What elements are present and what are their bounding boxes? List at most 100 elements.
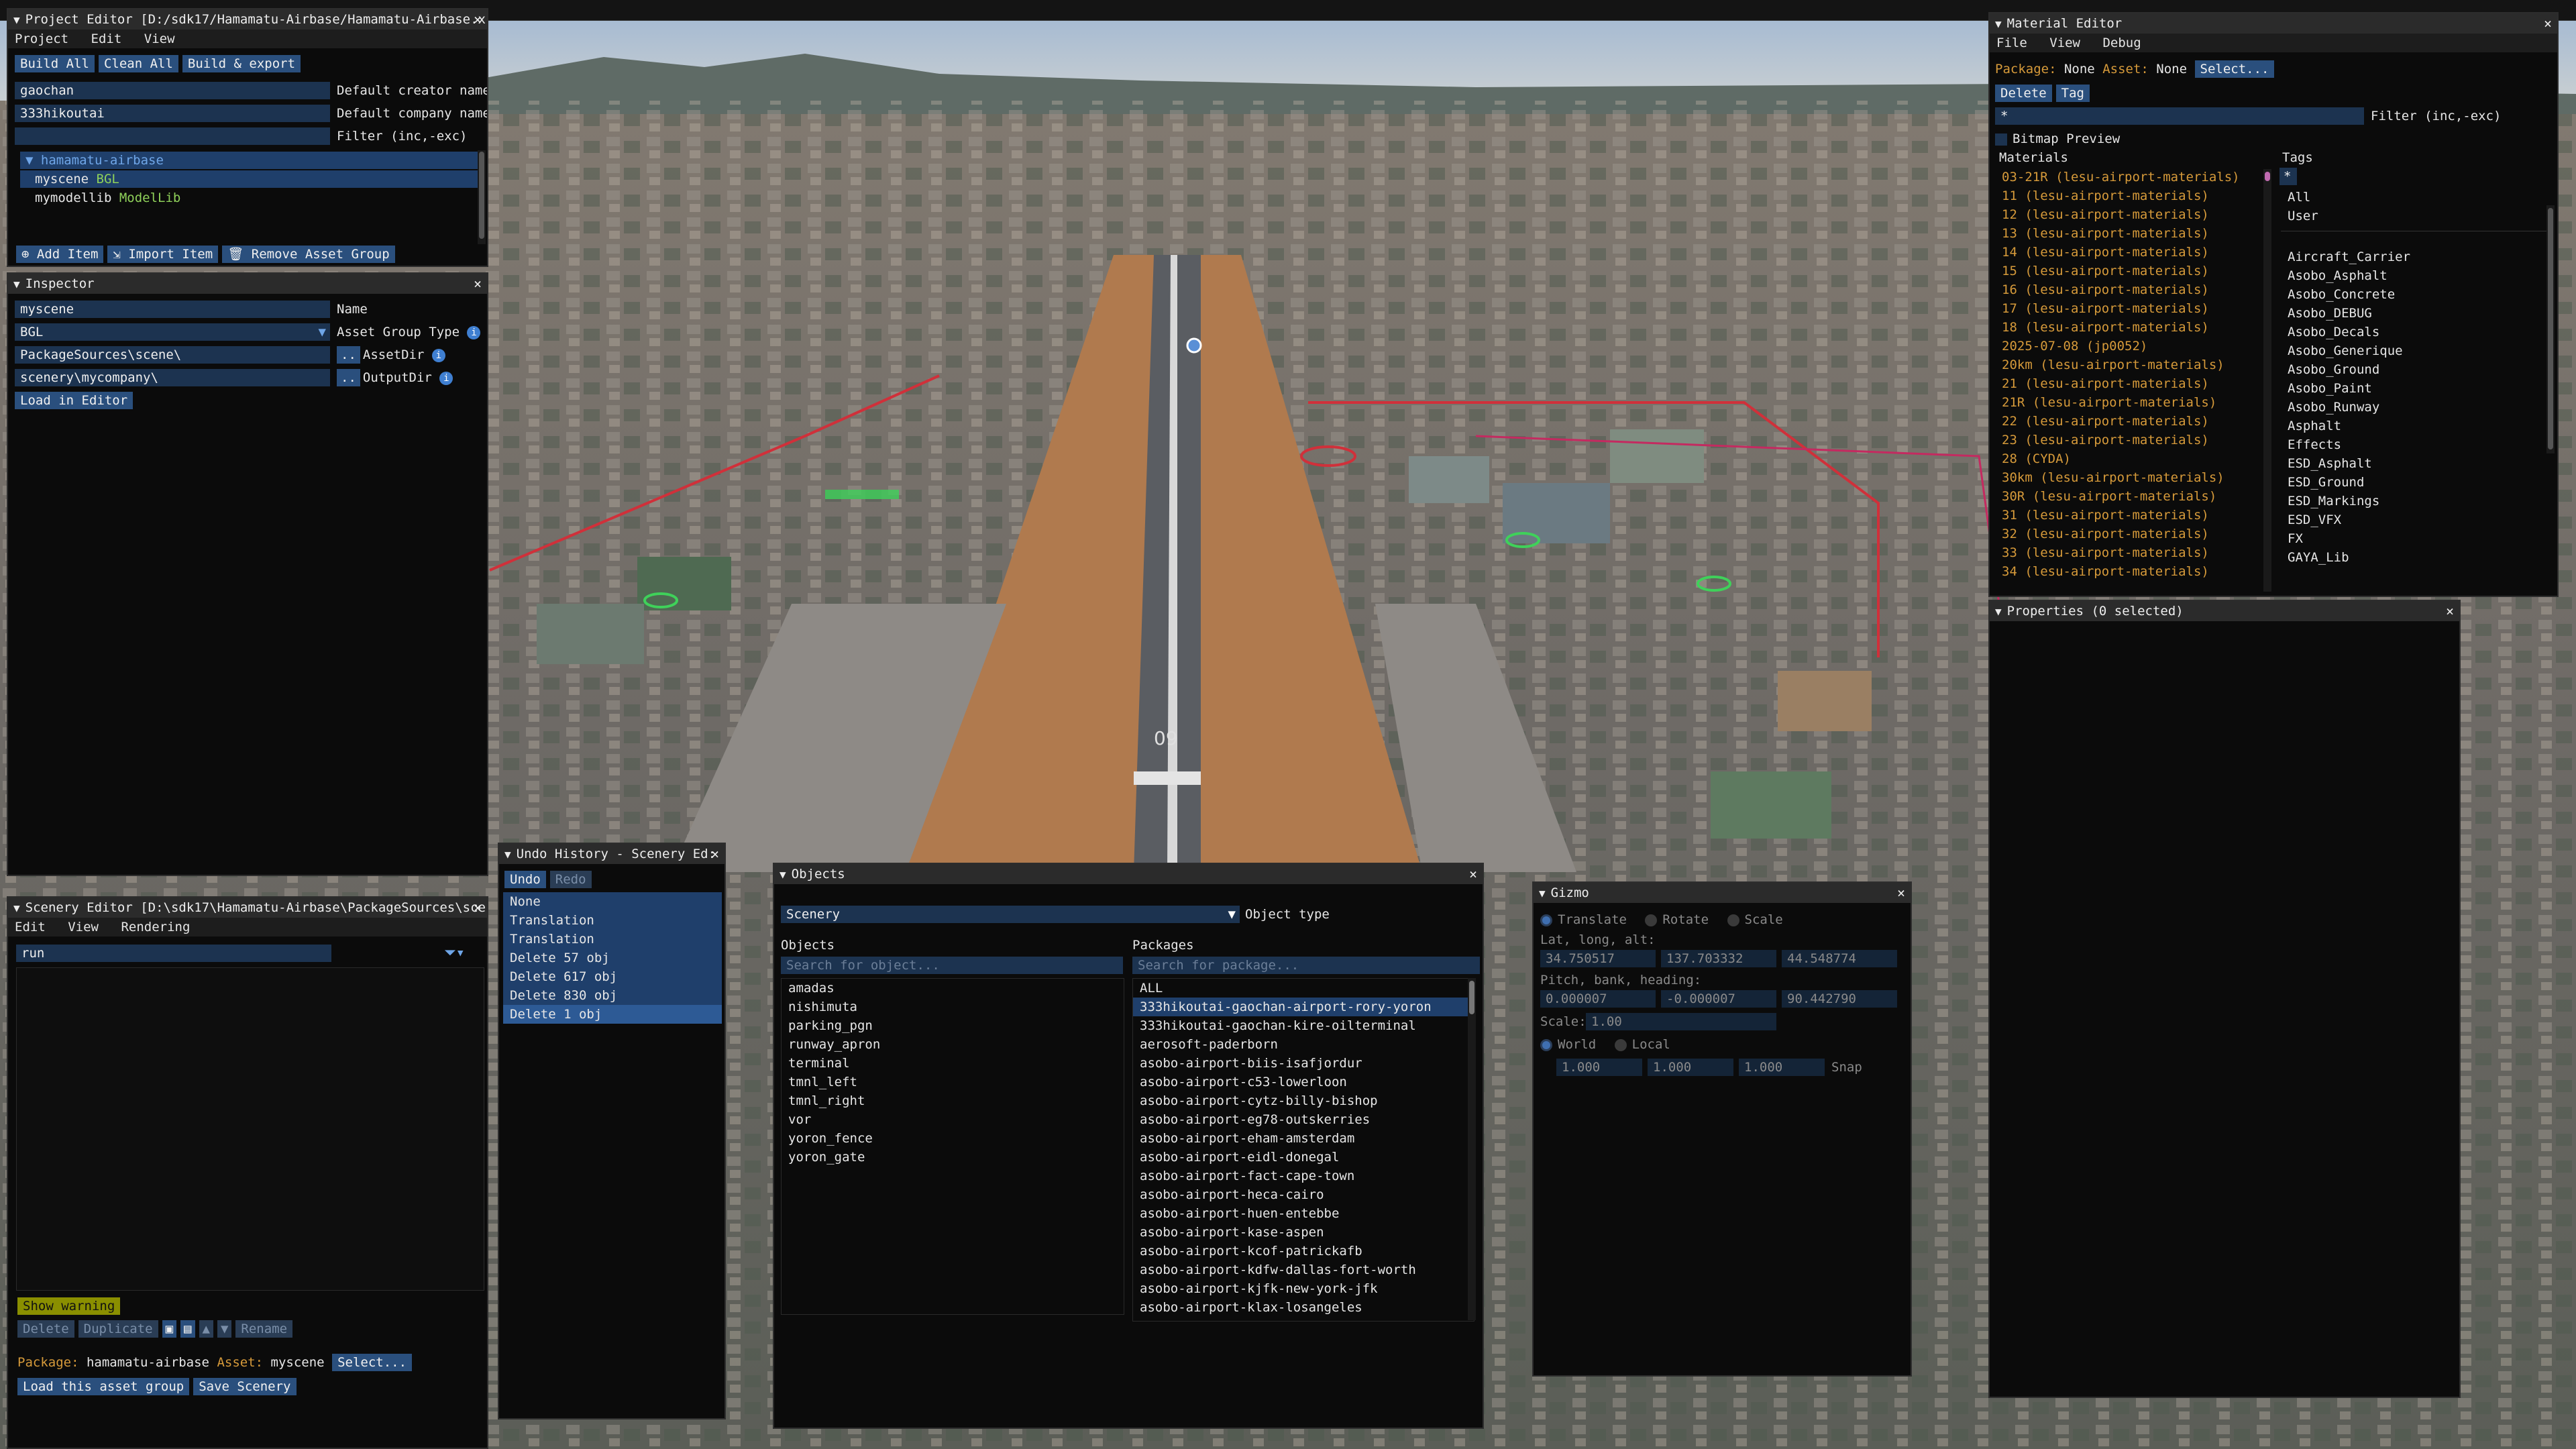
package-scrollbar[interactable] [1468,978,1476,1320]
undo-item[interactable]: Delete 617 obj [503,967,722,986]
object-item[interactable]: amadas [782,979,1124,998]
arrow-down-icon[interactable]: ▼ [217,1320,232,1338]
assetdir-input[interactable]: PackageSources\scene\ [15,346,330,364]
undo-item[interactable]: Delete 830 obj [503,986,722,1005]
object-type-select[interactable]: Scenery ▼ [781,906,1240,923]
object-item[interactable]: runway_apron [782,1035,1124,1054]
package-item[interactable]: aerosoft-paderborn [1133,1035,1474,1054]
object-item[interactable]: nishimuta [782,998,1124,1016]
material-editor-titlebar[interactable]: ▼ Material Editor × [1990,13,2557,34]
material-item[interactable]: 20km (lesu-airport-materials) [1995,356,2271,374]
tag-item[interactable]: ESD_Asphalt [2281,454,2546,473]
scale-input[interactable]: 1.00 [1586,1013,1776,1030]
menu-file[interactable]: File [1996,36,2027,50]
tree-item-myscene[interactable]: myscene BGL [20,170,480,188]
properties-titlebar[interactable]: ▼ Properties (0 selected) × [1990,601,2459,621]
scenery-search-input[interactable]: run [16,945,331,962]
project-editor-titlebar[interactable]: ▼ Project Editor [D:/sdk17/Hamamatu-Airba… [8,9,487,30]
tree-root-hamamatu-airbase[interactable]: ▼ hamamatu-airbase [20,152,480,169]
package-item[interactable]: asobo-airport-huen-entebbe [1133,1204,1474,1223]
menu-project[interactable]: Project [15,32,68,46]
delete-button[interactable]: Delete [17,1320,74,1338]
material-item[interactable]: 21R (lesu-airport-materials) [1995,393,2271,412]
close-icon[interactable]: × [474,274,482,294]
close-icon[interactable]: × [711,844,719,864]
object-item[interactable]: parking_pgn [782,1016,1124,1035]
delete-button[interactable]: Delete [1995,85,2052,102]
scenery-object-list[interactable] [16,967,484,1291]
material-item[interactable]: 28 (CYDA) [1995,449,2271,468]
tag-item[interactable]: Asobo_Decals [2281,323,2546,341]
tree-item-mymodellib[interactable]: mymodellib ModelLib [20,189,480,207]
collapse-triangle-icon[interactable]: ▼ [13,898,20,918]
undo-item[interactable]: Translation [503,911,722,930]
folder-icon[interactable]: ▣ [162,1320,177,1338]
menu-view[interactable]: View [144,32,175,46]
outputdir-browse-button[interactable]: .. [337,369,360,386]
package-item[interactable]: asobo-airport-klax-losangeles [1133,1298,1474,1317]
close-icon[interactable]: × [474,9,482,30]
package-item[interactable]: asobo-airport-eg78-outskerries [1133,1110,1474,1129]
menu-edit[interactable]: Edit [91,32,122,46]
snap-y-input[interactable]: 1.000 [1648,1059,1733,1076]
bitmap-preview-checkbox[interactable] [1995,133,2007,146]
lat-input[interactable]: 34.750517 [1540,950,1656,967]
tag-item[interactable]: All [2281,188,2546,207]
material-item[interactable]: 23 (lesu-airport-materials) [1995,431,2271,449]
package-item[interactable]: asobo-airport-kase-aspen [1133,1223,1474,1242]
import-item-button[interactable]: ⇲ Import Item [107,246,219,263]
material-item[interactable]: 16 (lesu-airport-materials) [1995,280,2271,299]
menu-view[interactable]: View [68,920,99,934]
project-filter-input[interactable] [15,127,330,145]
material-item[interactable]: 32 (lesu-airport-materials) [1995,525,2271,543]
close-icon[interactable]: × [1897,883,1905,903]
select-button[interactable]: Select... [332,1354,413,1371]
package-item[interactable]: asobo-airport-c53-lowerloon [1133,1073,1474,1091]
material-filter-input[interactable]: * [1995,107,2364,125]
alt-input[interactable]: 44.548774 [1782,950,1897,967]
tag-item[interactable]: User [2281,207,2546,225]
lon-input[interactable]: 137.703332 [1661,950,1776,967]
tag-item[interactable]: Asobo_Generique [2281,341,2546,360]
tag-filter-input[interactable]: * [2279,168,2297,185]
load-asset-group-button[interactable]: Load this asset group [17,1378,190,1395]
tags-scrollbar[interactable] [2546,205,2555,453]
remove-asset-group-button[interactable]: 🗑 Remove Asset Group [222,246,395,263]
pitch-input[interactable]: 0.000007 [1540,990,1656,1008]
world-radio[interactable] [1540,1038,1552,1051]
build-all-button[interactable]: Build All [15,55,95,72]
select-button[interactable]: Select... [2194,60,2275,78]
package-item[interactable]: 333hikoutai-gaochan-kire-oilterminal [1133,1016,1474,1035]
material-item[interactable]: 17 (lesu-airport-materials) [1995,299,2271,318]
package-item[interactable]: asobo-airport-heca-cairo [1133,1185,1474,1204]
package-item[interactable]: asobo-airport-eham-amsterdam [1133,1129,1474,1148]
company-name-input[interactable]: 333hikoutai [15,105,330,122]
assetdir-browse-button[interactable]: .. [337,346,360,364]
undo-item[interactable]: Delete 57 obj [503,949,722,967]
material-item[interactable]: 34 (lesu-airport-materials) [1995,562,2271,581]
package-item[interactable]: asobo-airport-kjfk-new-york-jfk [1133,1279,1474,1298]
collapse-triangle-icon[interactable]: ▼ [13,10,20,30]
tag-item[interactable]: Aircraft_Carrier [2281,248,2546,266]
material-item[interactable]: 15 (lesu-airport-materials) [1995,262,2271,280]
gizmo-titlebar[interactable]: ▼ Gizmo × [1534,883,1911,903]
package-item[interactable]: asobo-airport-kdfw-dallas-fort-worth [1133,1260,1474,1279]
material-item[interactable]: 12 (lesu-airport-materials) [1995,205,2271,224]
show-warning-button[interactable]: Show warning [17,1297,121,1315]
material-item[interactable]: 22 (lesu-airport-materials) [1995,412,2271,431]
object-item[interactable]: tmnl_left [782,1073,1124,1091]
material-item[interactable]: 11 (lesu-airport-materials) [1995,186,2271,205]
package-item[interactable]: asobo-airport-cytz-billy-bishop [1133,1091,1474,1110]
info-icon[interactable]: i [431,348,445,362]
local-radio[interactable] [1614,1038,1627,1051]
package-item[interactable]: asobo-airport-fact-cape-town [1133,1167,1474,1185]
materials-scrollbar[interactable] [2263,169,2271,592]
object-item[interactable]: tmnl_right [782,1091,1124,1110]
snap-z-input[interactable]: 1.000 [1739,1059,1825,1076]
tag-item[interactable]: Asobo_Asphalt [2281,266,2546,285]
material-item[interactable]: 03-21R (lesu-airport-materials) [1995,168,2271,186]
tag-item[interactable]: ESD_VFX [2281,511,2546,529]
tag-item[interactable]: Asobo_DEBUG [2281,304,2546,323]
undo-button[interactable]: Undo [504,871,546,888]
close-icon[interactable]: × [474,898,482,918]
